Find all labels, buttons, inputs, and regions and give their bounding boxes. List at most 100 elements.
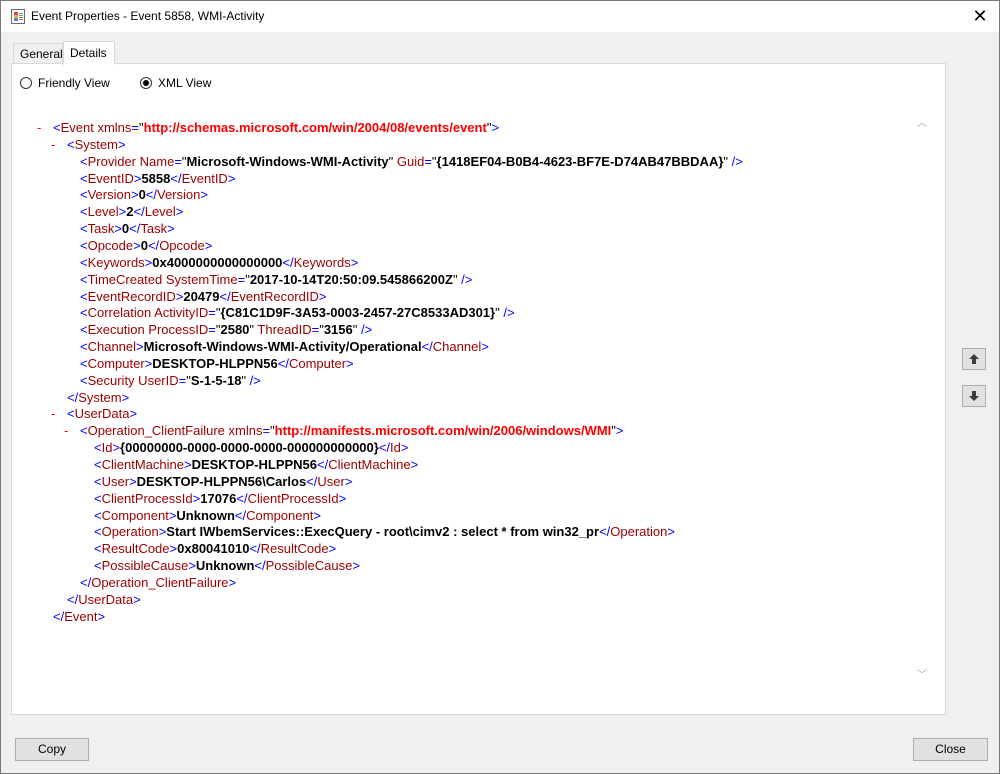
xml-line: <UserData> bbox=[67, 405, 137, 422]
xml-token: < bbox=[67, 137, 75, 152]
vertical-scrollbar[interactable]: ︿ ﹀ bbox=[913, 104, 931, 697]
xml-token: Security bbox=[87, 373, 135, 388]
xml-token: Guid bbox=[393, 154, 425, 169]
xml-token: < bbox=[80, 154, 88, 169]
xml-token: Event bbox=[60, 120, 94, 135]
xml-token: /> bbox=[457, 272, 473, 287]
xml-token: Microsoft-Windows-WMI-Activity/Operation… bbox=[143, 339, 422, 354]
xml-token: > bbox=[352, 558, 360, 573]
xml-token: > bbox=[175, 204, 184, 219]
close-window-button[interactable]: ✕ bbox=[963, 3, 997, 29]
xml-line: <Execution ProcessID="2580" ThreadID="31… bbox=[80, 321, 372, 338]
xml-token: < bbox=[80, 322, 88, 337]
tab-general[interactable]: General bbox=[13, 43, 63, 63]
xml-token: Task bbox=[140, 221, 168, 236]
xml-line: <Level>2</Level> bbox=[80, 203, 183, 220]
xml-token: 0x4000000000000000 bbox=[152, 255, 283, 270]
next-event-button[interactable] bbox=[962, 385, 986, 407]
xml-token: Version bbox=[157, 187, 201, 202]
xml-token: </ bbox=[317, 457, 329, 472]
xml-token: </ bbox=[234, 508, 247, 523]
xml-token: </ bbox=[129, 221, 141, 236]
xml-token: < bbox=[80, 339, 88, 354]
xml-token: > bbox=[615, 423, 624, 438]
xml-token: Opcode bbox=[87, 238, 134, 253]
collapse-toggle[interactable]: - bbox=[51, 405, 55, 422]
xml-token: Keywords bbox=[87, 255, 145, 270]
xml-line: </Event> bbox=[53, 608, 105, 625]
xml-token: > bbox=[117, 137, 126, 152]
collapse-toggle[interactable]: - bbox=[51, 136, 55, 153]
xml-token: http://manifests.microsoft.com/win/2006/… bbox=[274, 423, 612, 438]
scroll-down-chevron-icon[interactable]: ﹀ bbox=[916, 670, 928, 682]
collapse-toggle[interactable]: - bbox=[37, 119, 41, 136]
xml-token: Id bbox=[390, 440, 401, 455]
xml-token: SystemTime bbox=[162, 272, 238, 287]
xml-token: > bbox=[328, 541, 337, 556]
previous-event-button[interactable] bbox=[962, 348, 986, 370]
xml-token: </ bbox=[147, 238, 160, 253]
tab-details[interactable]: Details bbox=[63, 41, 115, 65]
xml-viewer[interactable]: - <Event xmlns="http://schemas.microsoft.… bbox=[29, 104, 931, 697]
xml-view-option[interactable]: XML View bbox=[140, 75, 211, 91]
xml-token: < bbox=[80, 221, 88, 236]
xml-token: > bbox=[200, 187, 208, 202]
xml-token: Event bbox=[64, 609, 98, 624]
scroll-up-chevron-icon[interactable]: ︿ bbox=[916, 118, 928, 130]
xml-token: UserData bbox=[78, 592, 134, 607]
xml-token: </ bbox=[80, 575, 92, 590]
xml-token: < bbox=[94, 474, 102, 489]
xml-token: System bbox=[74, 137, 118, 152]
xml-line: <Correlation ActivityID="{C81C1D9F-3A53-… bbox=[80, 304, 515, 321]
xml-token: < bbox=[80, 272, 88, 287]
xml-token: < bbox=[94, 558, 102, 573]
friendly-view-option[interactable]: Friendly View bbox=[20, 75, 110, 91]
xml-line: <User>DESKTOP-HLPPN56\Carlos</User> bbox=[94, 473, 352, 490]
collapse-toggle[interactable]: - bbox=[64, 422, 68, 439]
xml-view-radio[interactable] bbox=[140, 77, 152, 89]
xml-line: <Computer>DESKTOP-HLPPN56</Computer> bbox=[80, 355, 354, 372]
xml-token: < bbox=[53, 120, 61, 135]
xml-token: > bbox=[114, 221, 122, 236]
xml-token: < bbox=[80, 238, 88, 253]
xml-token: Operation_ClientFailure bbox=[87, 423, 225, 438]
xml-token: UserData bbox=[74, 406, 130, 421]
xml-token: > bbox=[481, 339, 489, 354]
xml-token: > bbox=[133, 592, 141, 607]
xml-token: ActivityID bbox=[151, 305, 209, 320]
xml-token: 2580 bbox=[220, 322, 250, 337]
xml-token: ResultCode bbox=[260, 541, 329, 556]
xml-token: > bbox=[133, 238, 141, 253]
xml-token: = bbox=[174, 154, 182, 169]
xml-token: User bbox=[101, 474, 130, 489]
xml-token: http://schemas.microsoft.com/win/2004/08… bbox=[143, 120, 487, 135]
xml-line: <Channel>Microsoft-Windows-WMI-Activity/… bbox=[80, 338, 489, 355]
xml-token: /> bbox=[728, 154, 743, 169]
xml-line: </UserData> bbox=[67, 591, 141, 608]
xml-token: 3156 bbox=[323, 322, 353, 337]
xml-token: Component bbox=[101, 508, 169, 523]
xml-token: Name bbox=[136, 154, 175, 169]
xml-token: < bbox=[80, 171, 88, 186]
xml-token: {1418EF04-B0B4-4623-BF7E-D74AB47BBDAA} bbox=[436, 154, 724, 169]
xml-content[interactable]: - <Event xmlns="http://schemas.microsoft.… bbox=[29, 104, 909, 697]
xml-token: EventID bbox=[181, 171, 228, 186]
title-bar[interactable]: Event Properties - Event 5858, WMI-Activ… bbox=[1, 1, 999, 32]
xml-token: 0x80041010 bbox=[177, 541, 250, 556]
xml-token: /> bbox=[357, 322, 373, 337]
xml-token: > bbox=[313, 508, 321, 523]
friendly-view-radio[interactable] bbox=[20, 77, 32, 89]
copy-button[interactable]: Copy bbox=[15, 738, 89, 761]
xml-token: > bbox=[188, 558, 196, 573]
xml-token: Id bbox=[101, 440, 113, 455]
xml-token: 17076 bbox=[200, 491, 237, 506]
xml-token: > bbox=[318, 289, 327, 304]
close-button[interactable]: Close bbox=[913, 738, 988, 761]
xml-token: Level bbox=[87, 204, 119, 219]
xml-token: > bbox=[204, 238, 213, 253]
xml-token: </ bbox=[249, 541, 261, 556]
xml-line: <Event xmlns="http://schemas.microsoft.c… bbox=[53, 119, 499, 136]
xml-token: = bbox=[424, 154, 432, 169]
window-title: Event Properties - Event 5858, WMI-Activ… bbox=[31, 9, 265, 23]
xml-token: EventRecordID bbox=[87, 289, 176, 304]
